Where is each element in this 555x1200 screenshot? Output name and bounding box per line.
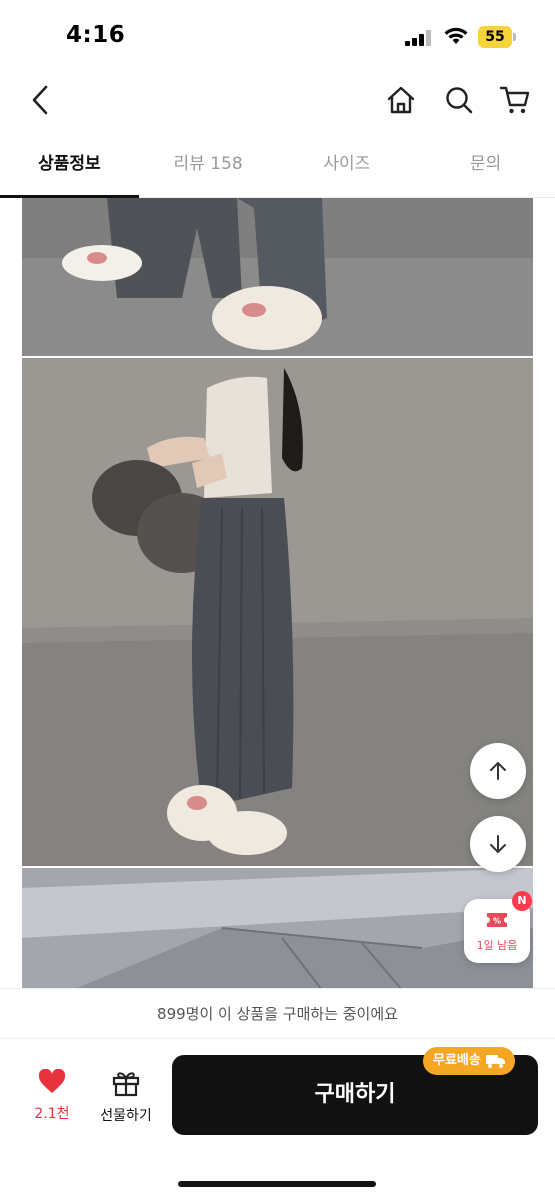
free-shipping-badge: 무료배송 [423, 1047, 515, 1075]
gift-icon [112, 1072, 140, 1097]
bottom-action-bar: 2.1천 선물하기 구매하기 무료배송 [0, 1038, 555, 1200]
like-count: 2.1천 [34, 1106, 70, 1122]
coupon-icon: % [487, 913, 507, 927]
top-nav [0, 70, 555, 130]
home-button[interactable] [383, 82, 419, 118]
cart-button[interactable] [497, 82, 533, 118]
product-photo-ceiling-graphic [22, 868, 533, 990]
coupon-remaining-text: 1일 남음 [476, 939, 518, 952]
free-shipping-label: 무료배송 [433, 1053, 481, 1068]
svg-text:%: % [493, 917, 501, 926]
tab-product-info[interactable]: 상품정보 [0, 134, 139, 198]
arrow-up-icon [490, 762, 506, 780]
tab-size[interactable]: 사이즈 [278, 134, 417, 197]
search-icon [446, 87, 473, 114]
scroll-up-button[interactable] [470, 743, 526, 799]
product-photo [22, 868, 533, 990]
product-tabs: 상품정보 리뷰 158 사이즈 문의 [0, 134, 555, 198]
product-photo-graphic [22, 198, 533, 356]
truck-icon [485, 1055, 505, 1068]
gift-button[interactable]: 선물하기 [92, 1069, 160, 1129]
coupon-button[interactable]: % N 1일 남음 [464, 891, 532, 963]
status-bar: 4:16 55 [0, 0, 555, 70]
heart-icon [38, 1068, 66, 1093]
coupon-new-badge: N [512, 891, 532, 911]
product-photo [22, 198, 533, 356]
product-detail-images [0, 198, 555, 990]
tab-reviews[interactable]: 리뷰 158 [139, 134, 278, 197]
back-button[interactable] [22, 82, 58, 118]
home-indicator [178, 1181, 376, 1187]
search-button[interactable] [441, 82, 477, 118]
cellular-signal-icon [405, 30, 435, 46]
home-icon [387, 86, 415, 114]
gift-label: 선물하기 [100, 1108, 152, 1124]
chevron-left-icon [32, 85, 48, 115]
scroll-down-button[interactable] [470, 816, 526, 872]
product-photo-main [22, 358, 533, 866]
wifi-icon [444, 27, 468, 44]
cart-icon [499, 86, 530, 114]
like-button[interactable]: 2.1천 [22, 1068, 82, 1129]
battery-indicator: 55 [478, 26, 512, 48]
product-photo-main-graphic [22, 358, 533, 866]
battery-tip [513, 33, 516, 41]
buying-now-banner: 899명이 이 상품을 구매하는 중이에요 [0, 988, 555, 1038]
arrow-down-icon [490, 835, 506, 853]
tab-inquiry[interactable]: 문의 [416, 134, 555, 197]
status-time: 4:16 [66, 22, 126, 48]
